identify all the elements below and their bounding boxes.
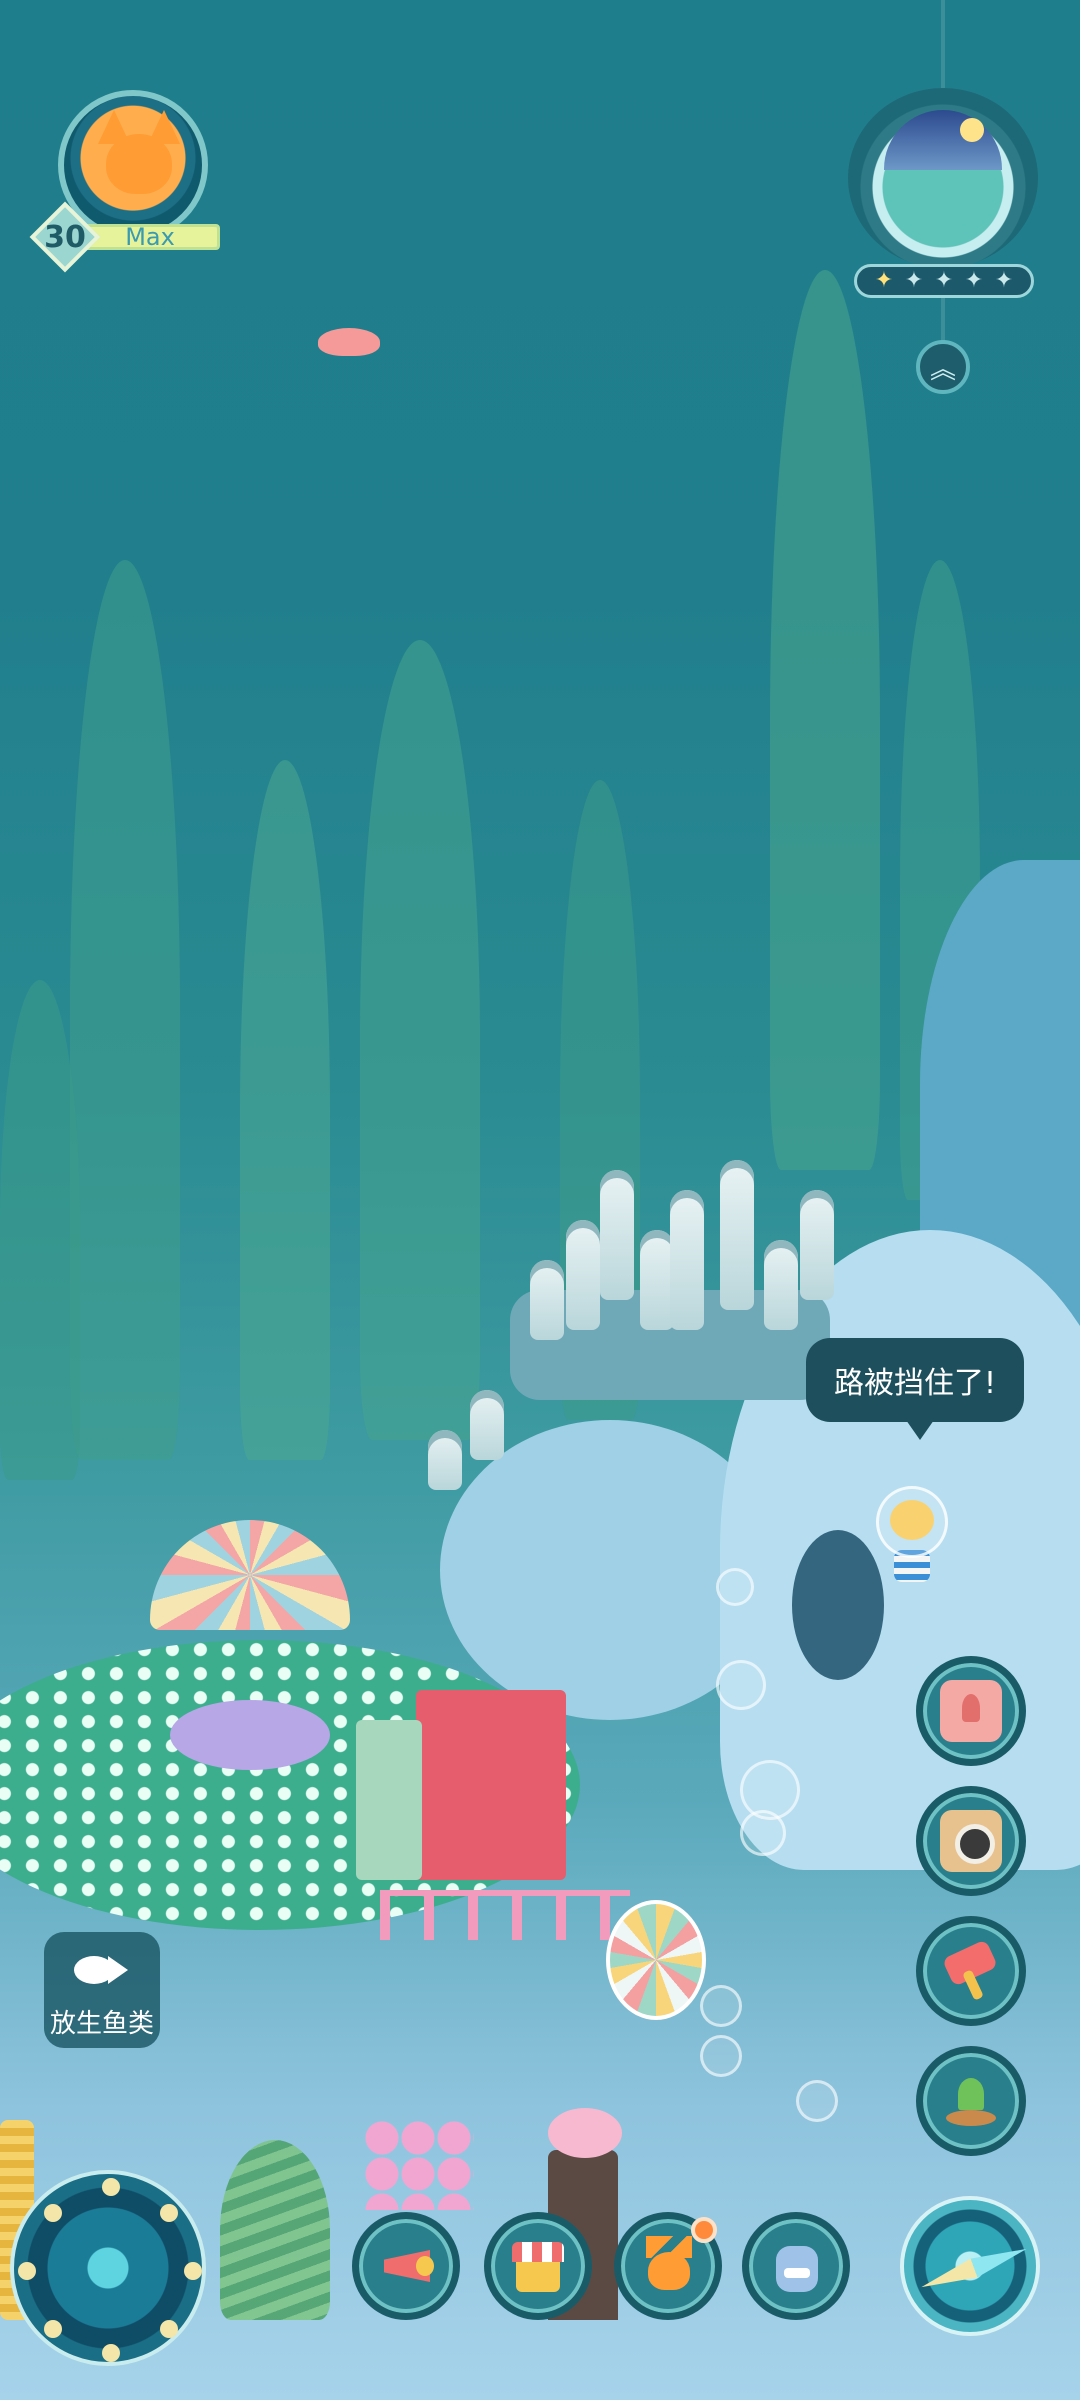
fish-icon — [74, 1950, 130, 1990]
player-level: 30 — [44, 219, 86, 255]
ocean-scene-badge-icon[interactable] — [848, 88, 1038, 268]
seaweed — [220, 2140, 330, 2320]
xp-label: Max — [125, 223, 175, 251]
moon-phase-icon — [44, 2320, 62, 2338]
fox-avatar-icon — [106, 134, 172, 194]
megaphone-icon — [376, 2236, 436, 2296]
backpack-button[interactable] — [742, 2212, 850, 2320]
build-hammer-button[interactable] — [916, 1916, 1026, 2026]
tulip-book-icon — [940, 1680, 1002, 1742]
star-empty-icon: ✦ — [904, 268, 924, 293]
bubble — [716, 1660, 766, 1710]
kelp — [0, 980, 80, 1480]
bubble — [796, 2080, 838, 2122]
kelp — [70, 560, 180, 1460]
coral-tube — [800, 1190, 834, 1300]
collection-book-button[interactable] — [916, 1656, 1026, 1766]
navigation-compass-button[interactable] — [900, 2196, 1040, 2336]
coral-tube — [530, 1260, 564, 1340]
notification-dot — [691, 2217, 717, 2243]
xp-bar: Max — [80, 224, 220, 250]
wardrobe — [356, 1680, 576, 1890]
coral-tube — [764, 1240, 798, 1330]
friends-button[interactable] — [614, 2212, 722, 2320]
coral-tube — [670, 1190, 704, 1330]
carousel — [150, 1500, 350, 1790]
star-empty-icon: ✦ — [934, 268, 954, 293]
release-fish-button[interactable]: 放生鱼类 — [44, 1932, 160, 2048]
ocean-badge-panel: ✦ ✦ ✦ ✦ ✦ ︽ — [828, 0, 1058, 410]
bubble — [716, 1568, 754, 1606]
star-filled-icon: ✦ — [874, 268, 894, 293]
announcement-button[interactable] — [352, 2212, 460, 2320]
moon-phase-icon — [44, 2204, 62, 2222]
manta-ray-creature[interactable] — [318, 320, 380, 360]
sprout-icon — [940, 2070, 1002, 2132]
plant-button[interactable] — [916, 2046, 1026, 2156]
hammer-icon — [940, 1940, 1002, 2002]
bubble — [700, 1985, 742, 2027]
moon-icon — [960, 118, 984, 142]
night-sky — [884, 110, 1002, 170]
pink-shell — [548, 2108, 622, 2158]
coral-tube — [470, 1390, 504, 1460]
shop-button[interactable] — [484, 2212, 592, 2320]
coral-tube — [640, 1230, 674, 1330]
camera-icon — [940, 1810, 1002, 1872]
coral-tube — [720, 1160, 754, 1310]
star-empty-icon: ✦ — [964, 268, 984, 293]
coral-tube — [600, 1170, 634, 1300]
diving-helmet-icon — [876, 1486, 948, 1558]
lotus-plants — [364, 2120, 474, 2210]
release-fish-label: 放生鱼类 — [49, 2009, 154, 2039]
manta-ray-icon — [318, 328, 380, 356]
moon-phase-icon — [102, 2344, 120, 2362]
cave-hole — [792, 1530, 884, 1680]
moon-phase-icon — [160, 2320, 178, 2338]
kelp — [240, 760, 330, 1460]
backpack-icon — [766, 2236, 826, 2296]
expand-up-button[interactable]: ︽ — [916, 340, 970, 394]
bubble — [740, 1810, 786, 1856]
moon-phase-icon — [184, 2262, 202, 2280]
fox-icon — [638, 2236, 698, 2296]
star-empty-icon: ✦ — [994, 268, 1014, 293]
diver-cat-npc[interactable] — [876, 1486, 948, 1590]
fence — [380, 1890, 630, 1940]
coral-tube — [566, 1220, 600, 1330]
player-profile[interactable]: Max 30 — [29, 90, 220, 273]
moon-phase-icon — [18, 2262, 36, 2280]
camera-button[interactable] — [916, 1786, 1026, 1896]
kelp — [360, 640, 480, 1440]
star-rating: ✦ ✦ ✦ ✦ ✦ — [854, 264, 1034, 298]
bubble — [700, 2035, 742, 2077]
shop-icon — [508, 2236, 568, 2296]
coral-tube — [428, 1430, 462, 1490]
npc-speech-bubble: 路被挡住了! — [806, 1338, 1024, 1440]
moon-phase-icon — [160, 2204, 178, 2222]
map-compass-button[interactable] — [10, 2170, 206, 2366]
pineapple-house — [606, 1900, 706, 2020]
compass-needle-icon — [918, 2239, 1030, 2296]
moon-phase-icon — [102, 2178, 120, 2196]
